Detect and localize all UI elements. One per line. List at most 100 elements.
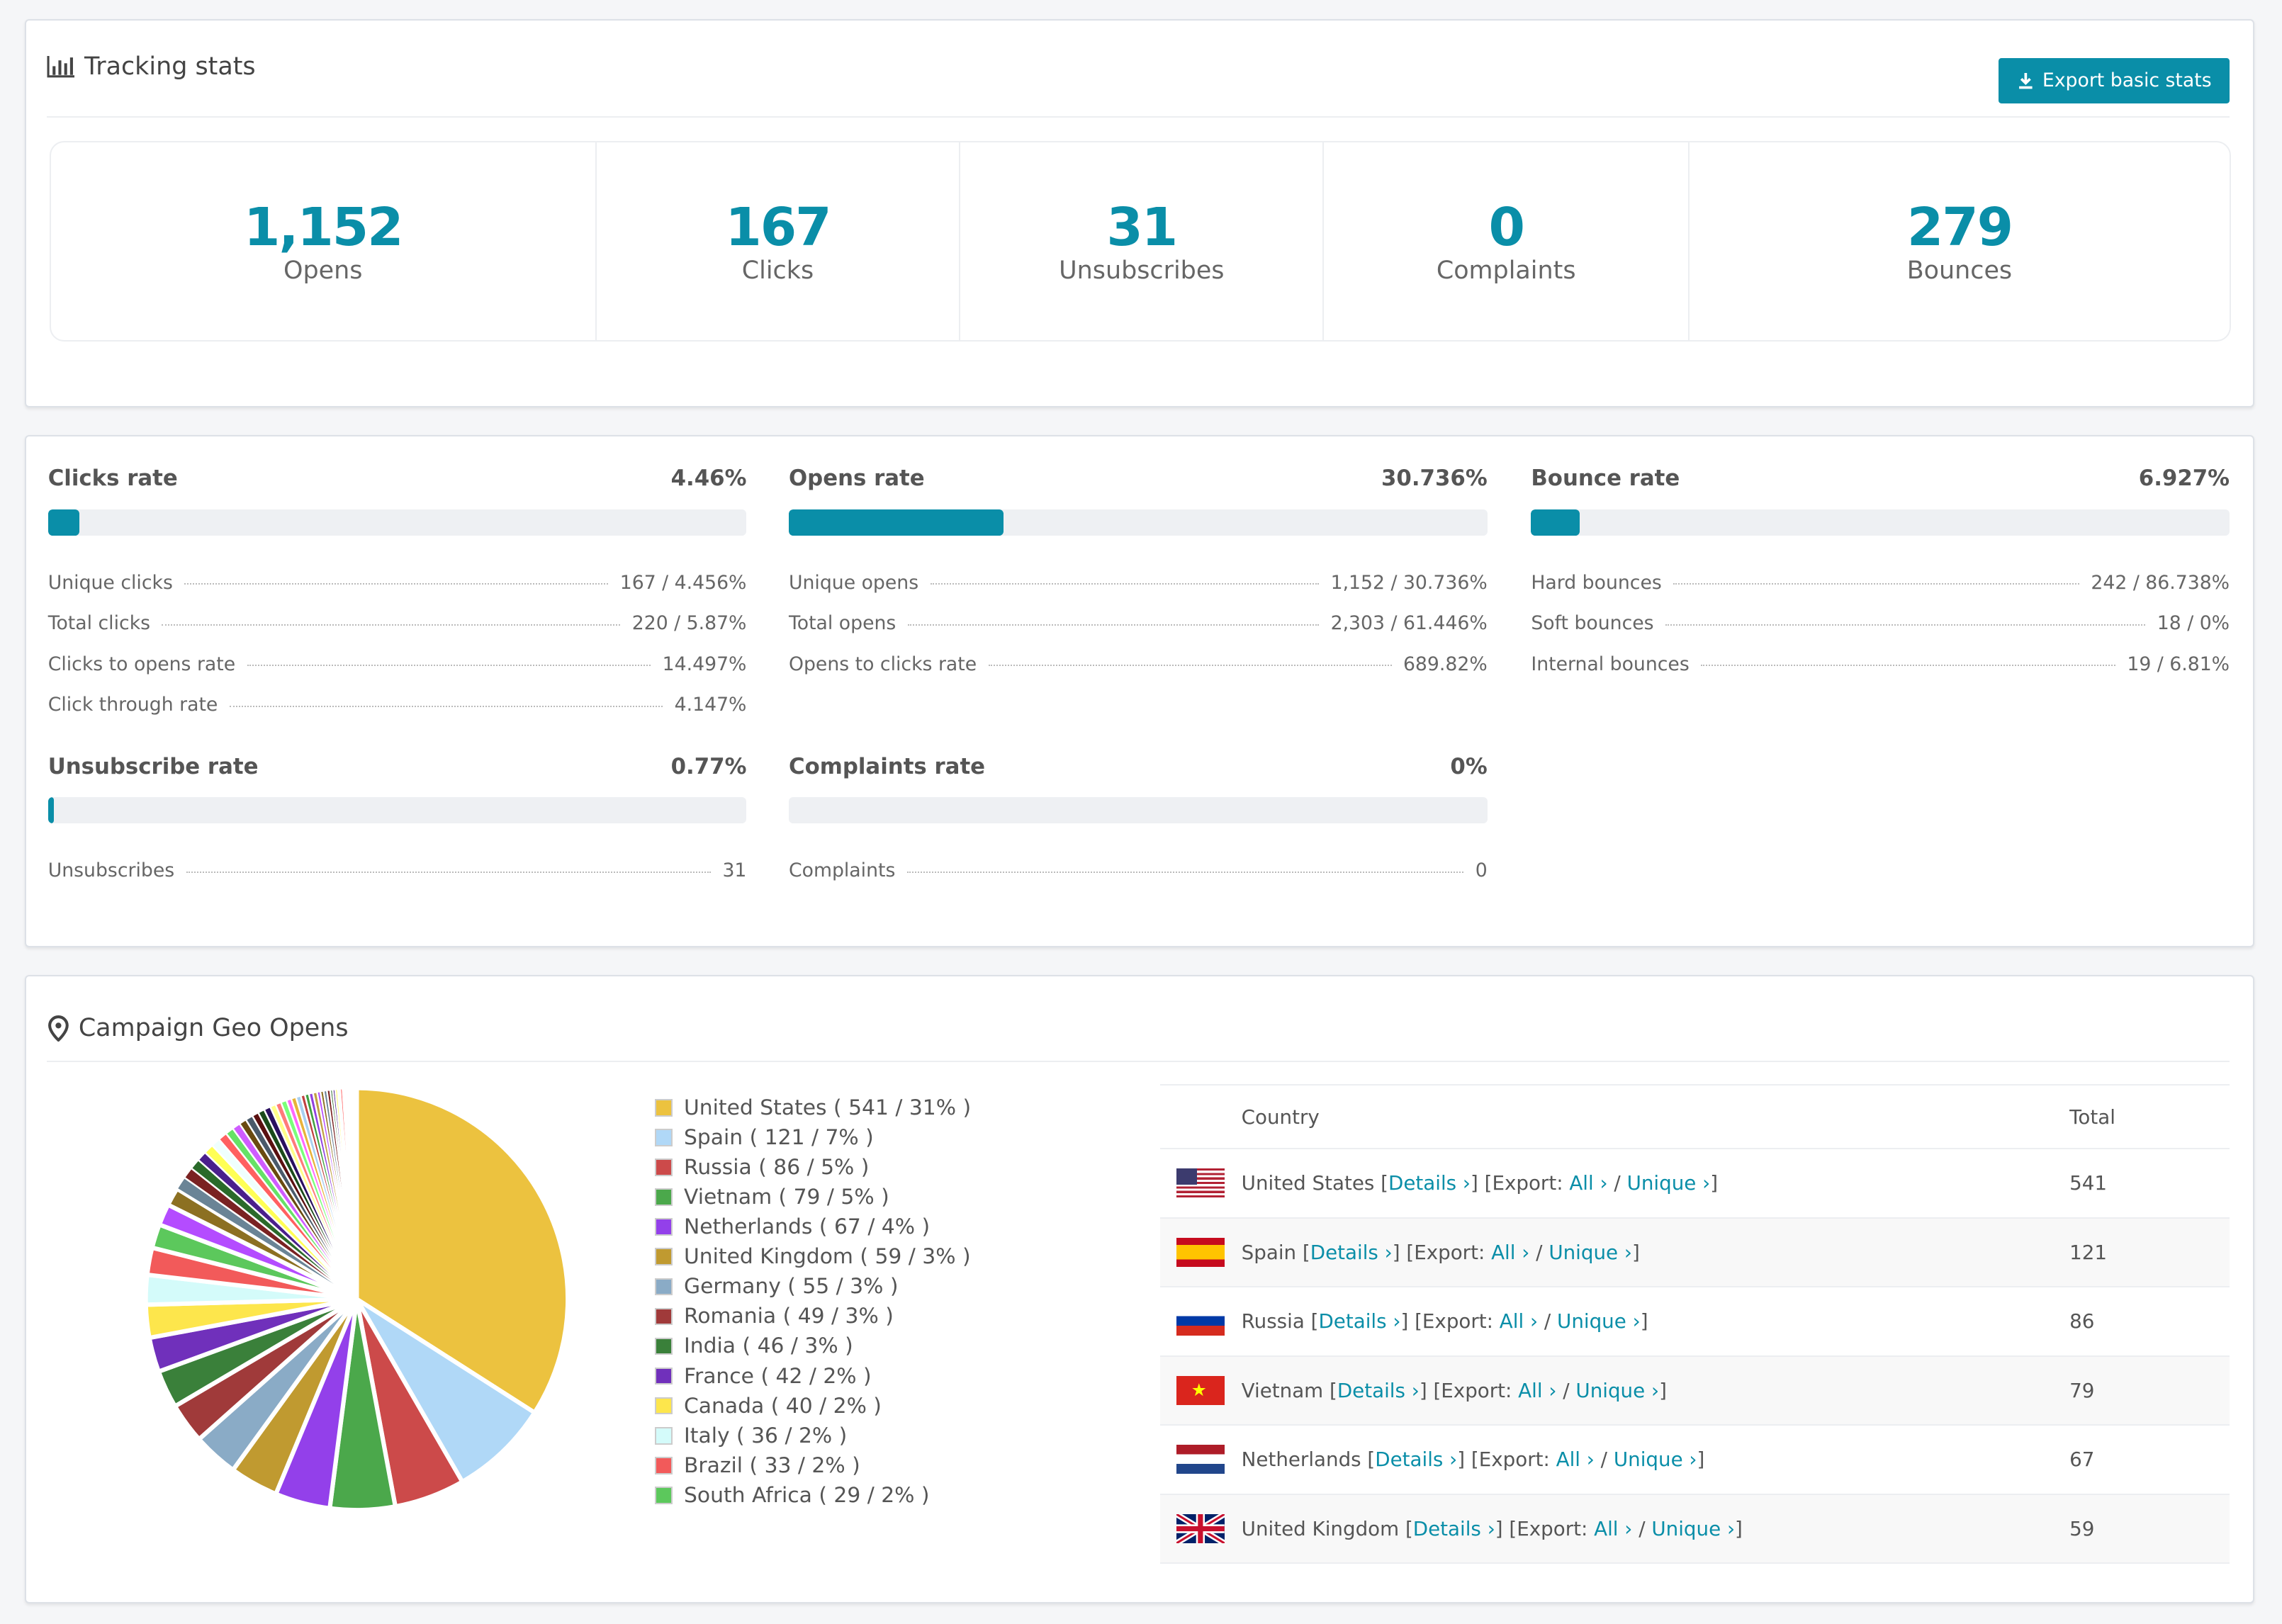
export-unique-link[interactable]: Unique › <box>1548 1241 1632 1264</box>
country-cell: Netherlands [Details ›] [Export: All › /… <box>1241 1448 1705 1472</box>
export-all-link[interactable]: All › <box>1556 1448 1595 1471</box>
legend-item[interactable]: India ( 46 / 3% ) <box>655 1331 971 1361</box>
details-link[interactable]: Details › <box>1375 1448 1457 1471</box>
details-link[interactable]: Details › <box>1413 1517 1495 1540</box>
rate-opens-rate: Opens rate 30.736% Unique opens 1,152 / 30… <box>788 466 1488 675</box>
legend-item[interactable]: Netherlands ( 67 / 4% ) <box>655 1212 971 1242</box>
rate-title: Complaints rate <box>788 753 986 779</box>
dotted-leader <box>184 583 609 585</box>
rate-header: Unsubscribe rate 0.77% <box>48 754 747 786</box>
export-label: [Export: <box>1471 1448 1550 1472</box>
legend-label: Brazil ( 33 / 2% ) <box>684 1453 860 1478</box>
legend-item[interactable]: United States ( 541 / 31% ) <box>655 1093 971 1122</box>
export-unique-link[interactable]: Unique › <box>1557 1309 1641 1333</box>
flag-icon <box>1176 1445 1225 1474</box>
tracking-stats-card: Tracking stats Export basic stats 1,152 O… <box>24 18 2254 407</box>
country-name: Vietnam <box>1241 1378 1324 1402</box>
legend-item[interactable]: Spain ( 121 / 7% ) <box>655 1122 971 1152</box>
dotted-leader <box>1673 583 2079 585</box>
legend-swatch <box>655 1487 673 1504</box>
divider <box>46 116 2230 118</box>
detail-label: Complaints <box>788 859 896 882</box>
rate-detail-row: Complaints 0 <box>788 841 1488 882</box>
export-label: [Export: <box>1406 1240 1485 1264</box>
detail-value: 689.82% <box>1403 653 1488 675</box>
rate-header: Opens rate 30.736% <box>789 466 1488 497</box>
legend-item[interactable]: Russia ( 86 / 5% ) <box>655 1152 971 1182</box>
geo-opens-card: Campaign Geo Opens United States ( 541 /… <box>24 974 2254 1603</box>
legend-item[interactable]: Romania ( 49 / 3% ) <box>655 1302 971 1331</box>
legend-swatch <box>655 1218 673 1236</box>
rate-header: Clicks rate 4.46% <box>48 466 747 497</box>
rate-progress-bar <box>47 509 747 536</box>
stat-value: 0 <box>1488 196 1524 258</box>
stat-label: Unsubscribes <box>1059 256 1225 285</box>
stat-value: 167 <box>725 196 831 258</box>
legend-label: Netherlands ( 67 / 4% ) <box>684 1214 931 1240</box>
legend-swatch <box>655 1129 673 1146</box>
rate-detail-row: Clicks to opens rate 14.497% <box>48 634 747 675</box>
legend-item[interactable]: South Africa ( 29 / 2% ) <box>655 1480 971 1510</box>
country-cell: Spain [Details ›] [Export: All › / Uniqu… <box>1241 1240 1640 1264</box>
export-unique-link[interactable]: Unique › <box>1575 1379 1659 1402</box>
dotted-leader <box>1665 624 2146 626</box>
detail-label: Internal bounces <box>1531 653 1690 675</box>
export-all-link[interactable]: All › <box>1594 1517 1632 1540</box>
legend-item[interactable]: United Kingdom ( 59 / 3% ) <box>655 1242 971 1272</box>
legend-item[interactable]: Vietnam ( 79 / 5% ) <box>655 1182 971 1212</box>
legend-item[interactable]: Brazil ( 33 / 2% ) <box>655 1450 971 1480</box>
legend-swatch <box>655 1158 673 1176</box>
details-link[interactable]: Details › <box>1318 1309 1400 1333</box>
legend-item[interactable]: Germany ( 55 / 3% ) <box>655 1272 971 1302</box>
legend-item[interactable]: Canada ( 40 / 2% ) <box>655 1391 971 1421</box>
total-cell: 86 <box>2069 1309 2095 1333</box>
legend-label: United States ( 541 / 31% ) <box>684 1095 972 1120</box>
pie-legend: United States ( 541 / 31% ) Spain ( 121 /… <box>655 1093 971 1510</box>
export-unique-link[interactable]: Unique › <box>1627 1171 1711 1195</box>
detail-label: Clicks to opens rate <box>47 653 236 675</box>
detail-value: 0 <box>1475 859 1488 882</box>
export-unique-link[interactable]: Unique › <box>1614 1448 1697 1471</box>
rate-detail-row: Unsubscribes 31 <box>48 841 747 881</box>
flag-icon <box>1176 1513 1225 1543</box>
legend-label: Italy ( 36 / 2% ) <box>684 1423 848 1448</box>
country-cell: United States [Details ›] [Export: All ›… <box>1241 1171 1719 1195</box>
export-all-link[interactable]: All › <box>1569 1171 1607 1195</box>
export-unique-link[interactable]: Unique › <box>1651 1517 1735 1540</box>
stat-value: 1,152 <box>244 196 404 258</box>
table-row-partial <box>1160 1564 2230 1573</box>
stat-clicks: 167 Clicks <box>597 142 961 341</box>
export-basic-stats-button[interactable]: Export basic stats <box>1998 58 2230 103</box>
rate-title: Clicks rate <box>47 466 178 492</box>
stat-label: Clicks <box>741 256 814 285</box>
rate-detail-row: Hard bounces 242 / 86.738% <box>1531 553 2230 594</box>
export-label: [Export: <box>1415 1309 1493 1333</box>
rate-clicks-rate: Clicks rate 4.46% Unique clicks 167 / 4.45… <box>47 466 747 716</box>
legend-label: Russia ( 86 / 5% ) <box>684 1154 870 1180</box>
total-cell: 79 <box>2069 1378 2095 1402</box>
details-link[interactable]: Details › <box>1337 1379 1420 1402</box>
detail-label: Opens to clicks rate <box>788 653 977 675</box>
details-link[interactable]: Details › <box>1388 1171 1471 1195</box>
detail-label: Total clicks <box>47 612 151 635</box>
country-name: Netherlands <box>1241 1448 1361 1472</box>
detail-value: 18 / 0% <box>2157 612 2230 635</box>
geo-table: Country Total United States [Details ›] … <box>1159 1083 2230 1573</box>
country-name: Russia <box>1241 1309 1305 1333</box>
legend-swatch <box>655 1278 673 1296</box>
rate-value: 4.46% <box>670 466 747 492</box>
legend-swatch <box>655 1457 673 1474</box>
table-row: Netherlands [Details ›] [Export: All › /… <box>1159 1426 2230 1495</box>
country-cell: Russia [Details ›] [Export: All › / Uniq… <box>1241 1309 1648 1333</box>
legend-item[interactable]: France ( 42 / 2% ) <box>655 1361 971 1391</box>
legend-swatch <box>655 1367 673 1385</box>
legend-swatch <box>655 1188 673 1206</box>
export-all-link[interactable]: All › <box>1500 1309 1538 1333</box>
details-link[interactable]: Details › <box>1310 1241 1393 1264</box>
legend-item[interactable]: Italy ( 36 / 2% ) <box>655 1421 971 1450</box>
export-all-link[interactable]: All › <box>1491 1241 1529 1264</box>
detail-value: 2,303 / 61.446% <box>1330 612 1488 635</box>
legend-label: United Kingdom ( 59 / 3% ) <box>684 1244 971 1270</box>
rate-title: Bounce rate <box>1531 466 1680 492</box>
export-all-link[interactable]: All › <box>1518 1379 1556 1402</box>
